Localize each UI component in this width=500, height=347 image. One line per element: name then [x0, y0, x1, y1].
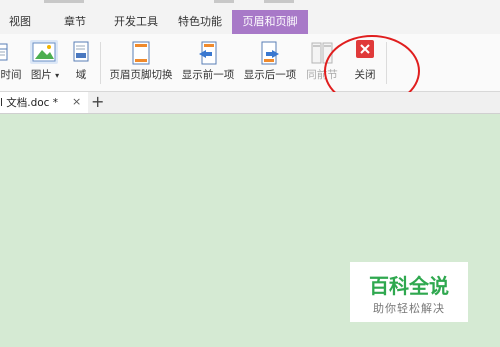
show-next-button[interactable]: 显示后一项: [240, 34, 300, 92]
picture-button[interactable]: 图片 ▾: [26, 34, 66, 92]
tab-special-features[interactable]: 特色功能: [170, 10, 230, 34]
close-icon[interactable]: ×: [72, 95, 81, 108]
watermark-logo: 百科全说 助你轻松解决: [350, 262, 468, 322]
tab-header-footer[interactable]: 页眉和页脚: [232, 10, 308, 34]
title-strip-fragment: [264, 0, 294, 3]
tab-chapter[interactable]: 章节: [52, 10, 98, 34]
switch-header-footer-button[interactable]: 页眉页脚切换: [106, 34, 176, 92]
watermark-title: 百科全说: [369, 274, 449, 298]
datetime-label: 时间: [0, 69, 22, 81]
show-previous-button[interactable]: 显示前一项: [178, 34, 238, 92]
calendar-icon: [0, 40, 8, 62]
show-next-icon: [259, 40, 281, 66]
switch-header-footer-label: 页眉页脚切换: [109, 69, 173, 81]
show-next-label: 显示后一项: [243, 69, 297, 81]
toolbar-divider: [100, 42, 101, 84]
ribbon-tab-bar: 视图 章节 开发工具 特色功能 页眉和页脚: [0, 10, 500, 34]
title-strip-fragment: [44, 0, 84, 3]
field-icon: [72, 40, 90, 64]
chevron-down-icon[interactable]: ▾: [55, 71, 59, 80]
picture-label: 图片 ▾: [24, 67, 66, 82]
title-strip: [0, 0, 500, 10]
document-tab-bar: l 文档.doc * × +: [0, 92, 500, 114]
show-previous-icon: [197, 40, 219, 66]
tab-view[interactable]: 视图: [0, 10, 40, 34]
picture-label-text: 图片: [30, 69, 52, 81]
document-tab[interactable]: l 文档.doc * ×: [0, 92, 88, 113]
switch-header-footer-icon: [130, 40, 152, 66]
datetime-button[interactable]: 时间: [0, 34, 24, 92]
tab-developer-tools[interactable]: 开发工具: [106, 10, 166, 34]
ribbon-toolbar: 时间 图片 ▾ 域 页眉页脚切换 显示前一项 显示后一项 同前节 关闭: [0, 34, 500, 92]
picture-icon: [30, 40, 58, 64]
field-label: 域: [75, 69, 87, 81]
watermark-subtitle: 助你轻松解决: [373, 302, 445, 315]
new-tab-icon[interactable]: +: [91, 92, 104, 112]
field-button[interactable]: 域: [68, 34, 94, 92]
document-tab-name: l 文档.doc *: [0, 97, 59, 109]
show-previous-label: 显示前一项: [181, 69, 235, 81]
title-strip-fragment: [214, 0, 234, 3]
